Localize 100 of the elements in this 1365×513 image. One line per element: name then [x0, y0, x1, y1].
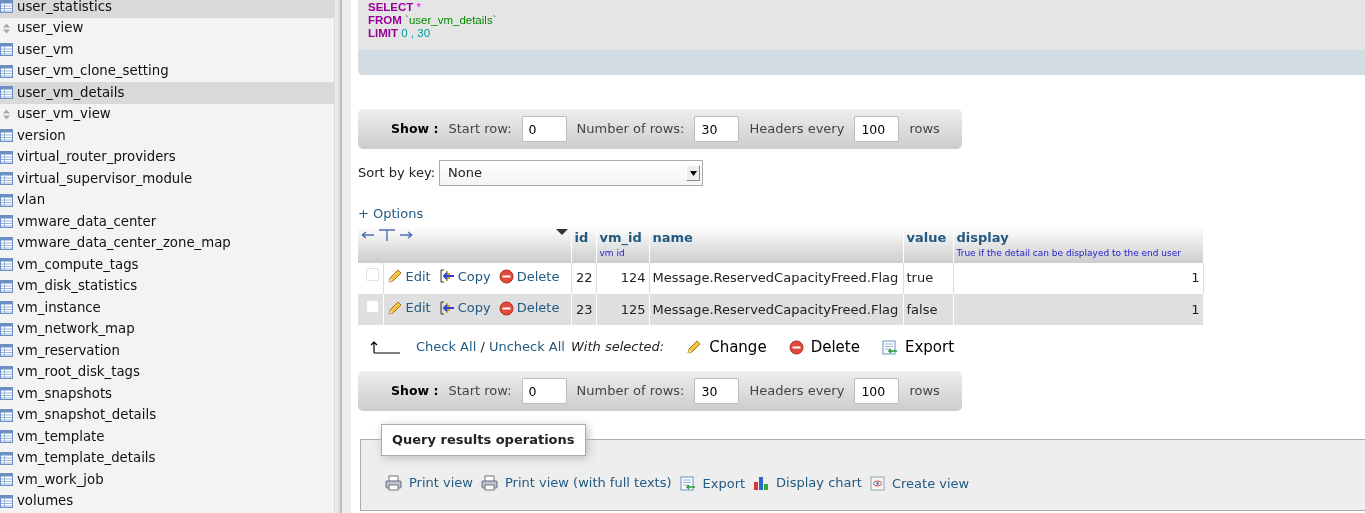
operation-link[interactable]: Print view (with full texts): [505, 473, 672, 493]
number-field[interactable]: 30: [694, 378, 740, 404]
sidebar-item[interactable]: vm_instance: [0, 297, 334, 319]
sql-line: LIMIT 0 , 30: [368, 27, 432, 40]
sidebar-item[interactable]: volumes: [0, 490, 334, 512]
sidebar-item[interactable]: vm_reservation: [0, 340, 334, 362]
edit-link[interactable]: Edit: [405, 266, 431, 286]
delete-button[interactable]: Delete: [788, 335, 860, 359]
number-field[interactable]: 100: [854, 378, 900, 404]
row-checkbox[interactable]: [366, 299, 379, 313]
number-field[interactable]: 100: [854, 116, 900, 142]
operation-link[interactable]: Export: [702, 473, 746, 493]
field-label: Number of rows:: [576, 382, 685, 401]
copy-icon: [438, 268, 455, 285]
rows-label: rows: [909, 382, 940, 401]
show-label: Show :: [391, 381, 439, 400]
printer-icon: [385, 474, 402, 491]
sort-dropdown-icon[interactable]: [555, 227, 568, 236]
caret-icon: [689, 170, 697, 176]
sort-arrows-icon: [0, 107, 13, 121]
sidebar-item[interactable]: vm_disk_statistics: [0, 275, 334, 297]
table-icon: [0, 0, 13, 14]
sidebar-item[interactable]: vm_snapshots: [0, 383, 334, 405]
column-header[interactable]: value: [903, 225, 953, 263]
field-label: Headers every: [749, 382, 845, 401]
export-button[interactable]: Export: [881, 335, 955, 359]
copy-link[interactable]: Copy: [457, 297, 491, 318]
pencil-icon: [686, 339, 703, 355]
sidebar-item[interactable]: vm_network_map: [0, 318, 334, 340]
operation-link[interactable]: Print view: [409, 473, 473, 493]
copy-link[interactable]: Copy: [457, 266, 491, 286]
field-label: Start row:: [448, 120, 512, 139]
sidebar-item[interactable]: vm_template_details: [0, 447, 334, 469]
field-label: Number of rows:: [576, 120, 685, 139]
table-icon: [0, 86, 13, 100]
sidebar-item[interactable]: vm_snapshot_details: [0, 404, 334, 426]
operation-link[interactable]: Display chart: [776, 473, 862, 493]
edit-link[interactable]: Edit: [405, 297, 431, 318]
column-header[interactable]: id: [571, 225, 596, 263]
table-cell: Message.ReservedCapacityFreed.Flag: [649, 293, 903, 325]
export-icon: [881, 339, 898, 355]
sidebar-item[interactable]: vm_compute_tags: [0, 254, 334, 276]
column-header[interactable]: name: [649, 225, 903, 263]
table-cell: true: [903, 262, 953, 294]
export-icon: [679, 475, 696, 491]
row-checkbox[interactable]: [366, 268, 379, 282]
sort-label: Sort by key:: [358, 164, 436, 183]
delete-link[interactable]: Delete: [516, 298, 560, 318]
sort-dropdown[interactable]: None: [439, 160, 704, 186]
operation-link[interactable]: Create view: [891, 473, 970, 493]
table-cell: 125: [596, 293, 649, 325]
field-label: Start row:: [448, 382, 512, 401]
field-label: Headers every: [749, 120, 845, 139]
sidebar-item[interactable]: vm_template: [0, 426, 334, 448]
separator-text: /: [479, 339, 486, 355]
delete-icon: [498, 269, 514, 285]
table-cell: false: [903, 293, 953, 325]
sidebar-item[interactable]: user_statistics: [0, 0, 334, 18]
sidebar-item[interactable]: vmware_data_center: [0, 211, 334, 233]
sidebar-item[interactable]: vm_root_disk_tags: [0, 361, 334, 383]
sidebar-item[interactable]: vmware_data_center_zone_map: [0, 232, 334, 254]
sidebar-item[interactable]: vm_work_job: [0, 469, 334, 491]
table-cell: 1: [953, 293, 1203, 325]
delete-icon: [498, 300, 514, 316]
sql-line: FROM `user_vm_details`: [368, 14, 498, 27]
sidebar-item[interactable]: virtual_supervisor_module: [0, 168, 334, 190]
sidebar-item[interactable]: virtual_router_providers: [0, 146, 334, 168]
delete-link[interactable]: Delete: [516, 267, 560, 287]
with-selected-label: With selected:: [571, 338, 665, 357]
sidebar-item[interactable]: user_view: [0, 17, 334, 39]
sql-line: SELECT *: [368, 1, 423, 14]
show-label: Show :: [391, 119, 439, 138]
table-cell: 1: [953, 262, 1203, 294]
sidebar-item[interactable]: vlan: [0, 189, 334, 211]
panel-legend: Query results operations: [381, 424, 586, 456]
pencil-icon: [386, 299, 403, 316]
copy-icon: [438, 299, 455, 316]
sort-arrows-icon: [0, 21, 13, 35]
column-resize-icon: [361, 227, 413, 242]
table-cell: 124: [596, 262, 649, 294]
check-all-arrow-icon: [370, 340, 400, 354]
sidebar-item[interactable]: version: [0, 125, 334, 147]
column-header[interactable]: display True if the detail can be displayed to the end user: [953, 225, 1203, 263]
printer-icon: [481, 474, 498, 491]
options-link[interactable]: + Options: [358, 206, 424, 221]
sidebar-item[interactable]: user_vm: [0, 39, 334, 61]
check-all-link[interactable]: Check All: [416, 339, 477, 355]
delete-icon: [788, 339, 804, 355]
sidebar-item[interactable]: user_vm_clone_setting: [0, 60, 334, 82]
pencil-icon: [386, 268, 403, 285]
number-field[interactable]: 0: [521, 378, 567, 404]
sidebar-item[interactable]: user_vm_details: [0, 82, 334, 104]
bar-chart-icon: [753, 474, 770, 491]
sidebar-item[interactable]: user_vm_view: [0, 103, 334, 125]
rows-label: rows: [909, 120, 940, 139]
change-button[interactable]: Change: [686, 335, 767, 359]
number-field[interactable]: 30: [694, 116, 740, 142]
uncheck-all-link[interactable]: Uncheck All: [488, 339, 565, 355]
create-view-icon: [869, 475, 885, 491]
number-field[interactable]: 0: [521, 116, 567, 142]
